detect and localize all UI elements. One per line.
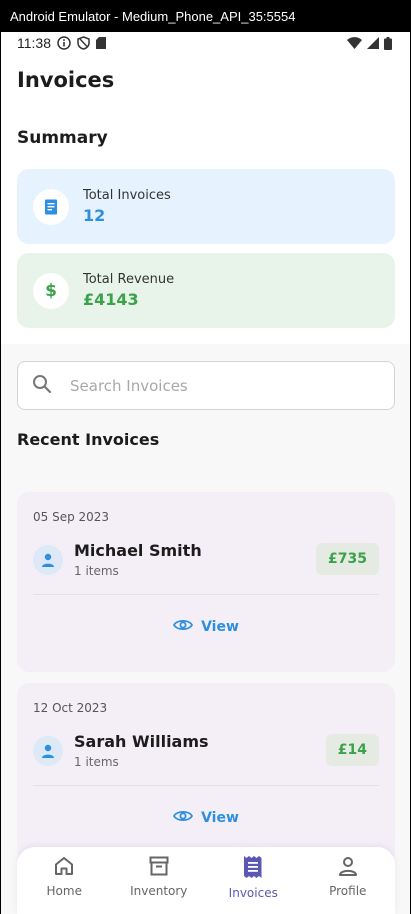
info-icon (57, 36, 71, 50)
inventory-icon (148, 855, 170, 881)
wifi-icon (347, 37, 362, 49)
invoice-amount-badge: £735 (316, 543, 379, 575)
invoice-items: 1 items (74, 755, 119, 769)
invoice-customer: Michael Smith (74, 541, 202, 560)
signal-icon (367, 37, 379, 49)
nav-inventory-label: Inventory (130, 884, 188, 898)
nav-home-label: Home (46, 884, 82, 898)
bottom-navigation: Home Inventory Invoices Profile (17, 847, 395, 914)
search-box[interactable] (17, 361, 395, 410)
emulator-title: Android Emulator - Medium_Phone_API_35:5… (10, 8, 296, 24)
view-label: View (201, 810, 239, 826)
emulator-title-bar: Android Emulator - Medium_Phone_API_35:5… (0, 0, 411, 32)
receipt-icon (33, 188, 69, 225)
person-icon (33, 545, 63, 575)
eye-icon (173, 809, 194, 827)
search-icon (32, 374, 52, 398)
total-invoices-label: Total Invoices (83, 188, 171, 203)
invoice-card[interactable]: 12 Oct 2023 Sarah Williams 1 items £14 V… (17, 683, 395, 863)
invoices-icon (242, 855, 264, 883)
person-icon (33, 736, 63, 766)
invoice-customer: Sarah Williams (74, 732, 209, 751)
summary-title: Summary (17, 128, 108, 148)
profile-icon (337, 855, 359, 881)
phone-screen: 11:38 Invoices Summary Total Invoices 12… (1, 32, 410, 914)
total-invoices-value: 12 (83, 206, 106, 225)
nav-invoices-label: Invoices (228, 886, 278, 900)
home-icon (53, 855, 75, 881)
invoice-items: 1 items (74, 564, 119, 578)
view-invoice-button[interactable]: View (17, 618, 395, 636)
divider (33, 594, 379, 595)
nav-home[interactable]: Home (19, 855, 109, 898)
status-bar: 11:38 (1, 32, 410, 54)
status-time: 11:38 (17, 35, 51, 51)
invoice-date: 12 Oct 2023 (33, 701, 108, 715)
total-revenue-label: Total Revenue (83, 272, 175, 287)
nav-profile-label: Profile (329, 884, 367, 898)
total-revenue-value: £4143 (83, 290, 139, 309)
battery-icon (384, 36, 392, 50)
view-invoice-button[interactable]: View (17, 809, 395, 827)
total-invoices-card: Total Invoices 12 (17, 169, 395, 244)
page-title: Invoices (17, 68, 115, 92)
eye-icon (173, 618, 194, 636)
invoice-card[interactable]: 05 Sep 2023 Michael Smith 1 items £735 V… (17, 492, 395, 672)
nav-inventory[interactable]: Inventory (114, 855, 204, 898)
sd-card-icon (96, 37, 106, 49)
invoice-list-section: Recent Invoices 05 Sep 2023 Michael Smit… (1, 344, 410, 914)
search-input[interactable] (70, 376, 350, 395)
total-revenue-card: $ Total Revenue £4143 (17, 253, 395, 328)
shield-icon (77, 36, 90, 50)
nav-profile[interactable]: Profile (303, 855, 393, 898)
dollar-icon: $ (33, 272, 69, 309)
divider (33, 785, 379, 786)
invoice-amount-badge: £14 (325, 734, 379, 766)
recent-invoices-title: Recent Invoices (17, 430, 160, 449)
nav-invoices[interactable]: Invoices (208, 855, 298, 900)
view-label: View (201, 619, 239, 635)
invoice-date: 05 Sep 2023 (33, 510, 110, 524)
